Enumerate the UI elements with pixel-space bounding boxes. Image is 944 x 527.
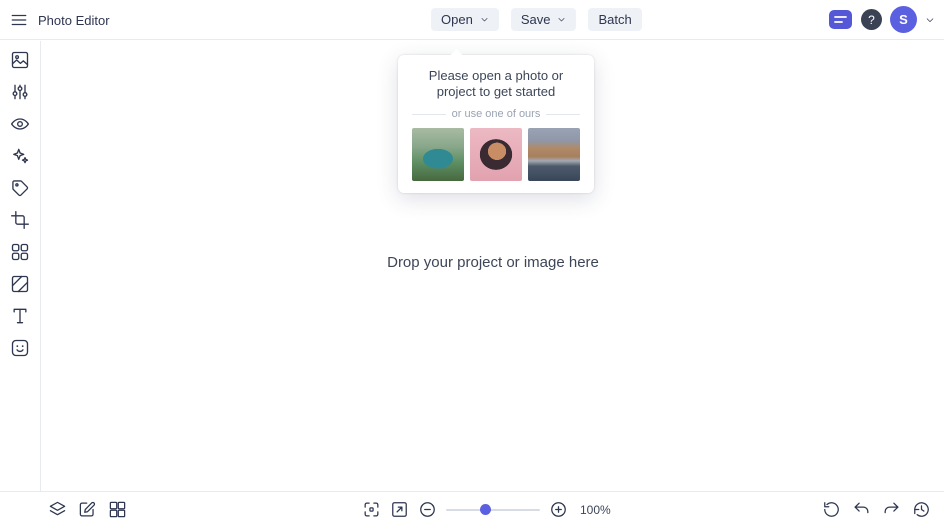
reset-button[interactable]	[822, 500, 841, 519]
open-button[interactable]: Open	[431, 8, 499, 31]
avatar-initial: S	[899, 12, 908, 27]
popover-divider-label: or use one of ours	[451, 108, 541, 121]
reset-icon	[824, 502, 839, 517]
feedback-chat-button[interactable]	[828, 9, 853, 30]
zoom-slider[interactable]	[446, 500, 540, 519]
chevron-down-icon	[557, 15, 566, 24]
popover-message: Please open a photo or project to get st…	[428, 68, 564, 99]
sparkles-icon	[13, 148, 29, 164]
undo-icon	[854, 502, 869, 514]
batch-button-label: Batch	[598, 12, 632, 27]
zoom-level: 100%	[580, 502, 611, 517]
drop-zone-hint: Drop your project or image here	[387, 254, 599, 271]
chat-icon	[829, 10, 852, 29]
sidebar-item-shapes[interactable]	[10, 242, 30, 262]
sidebar-item-overlay[interactable]	[10, 274, 30, 294]
history-icon	[914, 502, 929, 517]
sliders-icon	[12, 84, 28, 100]
divider-line	[546, 113, 581, 115]
popover-arrow	[450, 49, 463, 62]
undo-button[interactable]	[852, 500, 871, 519]
fit-screen-button[interactable]	[362, 500, 381, 519]
sample-photos	[412, 128, 580, 182]
bottom-left-tools	[48, 500, 127, 519]
layers-icon	[49, 501, 66, 516]
shapes-grid-icon	[11, 243, 29, 261]
history-tools	[822, 500, 931, 519]
edit-image-button[interactable]	[78, 500, 97, 519]
open-button-label: Open	[441, 12, 473, 27]
file-actions: Open Save Batch	[431, 8, 642, 31]
help-button[interactable]: ?	[861, 9, 882, 30]
actual-size-icon	[392, 502, 407, 517]
edit-image-icon	[79, 501, 96, 517]
sidebar-item-effects[interactable]	[10, 146, 30, 166]
redo-icon	[884, 502, 899, 514]
fit-screen-icon	[364, 502, 379, 517]
account-actions: ? S	[828, 6, 935, 33]
zoom-slider-thumb[interactable]	[480, 504, 492, 515]
zoom-in-button[interactable]	[549, 500, 568, 519]
zoom-out-button[interactable]	[418, 500, 437, 519]
sample-thumb-van[interactable]	[412, 128, 464, 182]
tool-sidebar	[0, 41, 41, 491]
app-title: Photo Editor	[38, 13, 110, 28]
sidebar-item-crop[interactable]	[10, 210, 30, 230]
divider-line	[412, 113, 446, 115]
zoom-in-icon	[551, 502, 566, 517]
zoom-slider-track[interactable]	[446, 509, 540, 511]
top-bar: Photo Editor Open Save Batch ? S	[0, 0, 944, 40]
sidebar-item-visibility[interactable]	[10, 114, 30, 134]
sidebar-item-photo[interactable]	[10, 50, 30, 70]
photo-icon	[11, 51, 29, 69]
tag-icon	[12, 180, 29, 197]
editor-canvas[interactable]: Please open a photo or project to get st…	[42, 41, 944, 491]
sidebar-item-adjustments[interactable]	[10, 82, 30, 102]
sidebar-item-text[interactable]	[10, 306, 30, 326]
sticker-icon	[11, 339, 29, 357]
hamburger-menu-button[interactable]	[10, 11, 28, 29]
popover-divider: or use one of ours	[412, 108, 581, 121]
sample-thumb-canal[interactable]	[528, 128, 580, 182]
get-started-popover: Please open a photo or project to get st…	[398, 49, 594, 194]
crop-icon	[11, 211, 30, 229]
account-menu-chevron[interactable]	[925, 15, 935, 25]
grid-icon	[109, 501, 126, 518]
save-button[interactable]: Save	[510, 8, 577, 31]
history-button[interactable]	[912, 500, 931, 519]
sample-thumb-portrait[interactable]	[470, 128, 522, 182]
actual-size-button[interactable]	[390, 500, 409, 519]
text-icon	[13, 308, 27, 324]
zoom-controls: 100%	[362, 500, 611, 519]
sidebar-item-sticker[interactable]	[10, 338, 30, 358]
question-mark-icon: ?	[868, 12, 875, 27]
eye-icon	[11, 118, 30, 130]
avatar[interactable]: S	[890, 6, 917, 33]
bottom-toolbar: 100%	[0, 491, 944, 527]
redo-button[interactable]	[882, 500, 901, 519]
overlay-icon	[11, 275, 29, 293]
sidebar-item-tag[interactable]	[10, 178, 30, 198]
hamburger-icon	[11, 14, 27, 26]
save-button-label: Save	[520, 12, 551, 27]
collage-grid-button[interactable]	[108, 500, 127, 519]
chevron-down-icon	[480, 15, 489, 24]
zoom-out-icon	[420, 502, 435, 517]
layers-button[interactable]	[48, 500, 67, 519]
batch-button[interactable]: Batch	[588, 8, 642, 31]
